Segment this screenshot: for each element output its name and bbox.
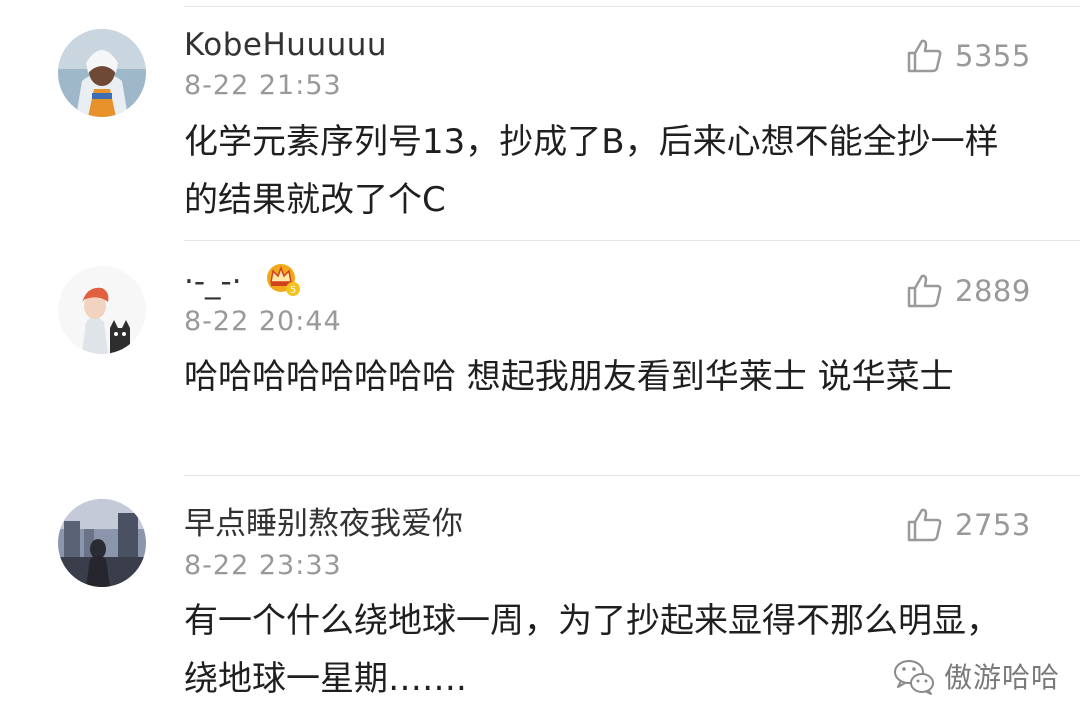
like-button[interactable]: 2889 (905, 271, 1031, 311)
thumbs-up-icon (907, 508, 942, 542)
comment-item: KobeHuuuuu 8-22 21:53 5355 化学元素序列号13，抄成了… (0, 0, 1080, 240)
like-button[interactable]: 2753 (905, 505, 1031, 545)
thumbs-up-icon (907, 39, 942, 73)
wechat-icon (894, 660, 934, 695)
watermark-name: 傲游哈哈 (944, 661, 1061, 694)
comment-item: ·-_-· 5 8-22 20:44 2889 哈哈哈哈哈哈哈哈 想起我朋友看到… (0, 240, 1080, 475)
comment-time: 8-22 23:33 (184, 550, 342, 581)
comment-text: 哈哈哈哈哈哈哈哈 想起我朋友看到华莱士 说华菜士 (184, 357, 954, 397)
avatar[interactable] (58, 266, 146, 354)
like-count: 2889 (955, 274, 1031, 308)
username[interactable]: 早点睡别熬夜我爱你 (184, 506, 463, 542)
watermark: 傲游哈哈 (892, 656, 1060, 696)
comment-time: 8-22 21:53 (184, 70, 342, 101)
avatar[interactable] (58, 499, 146, 587)
crown-vip-icon: 5 (267, 264, 300, 296)
like-button[interactable]: 5355 (905, 36, 1031, 76)
comment-time: 8-22 20:44 (184, 306, 342, 337)
comment-text: 化学元素序列号13，抄成了B，后来心想不能全抄一样的结果就改了个C (184, 122, 999, 220)
like-count: 2753 (955, 508, 1031, 542)
badge-level: 5 (290, 285, 296, 296)
username[interactable]: KobeHuuuuu (184, 27, 387, 63)
avatar[interactable] (58, 29, 146, 117)
thumbs-up-icon (907, 274, 942, 308)
like-count: 5355 (955, 39, 1031, 73)
username[interactable]: ·-_-· (184, 264, 242, 300)
